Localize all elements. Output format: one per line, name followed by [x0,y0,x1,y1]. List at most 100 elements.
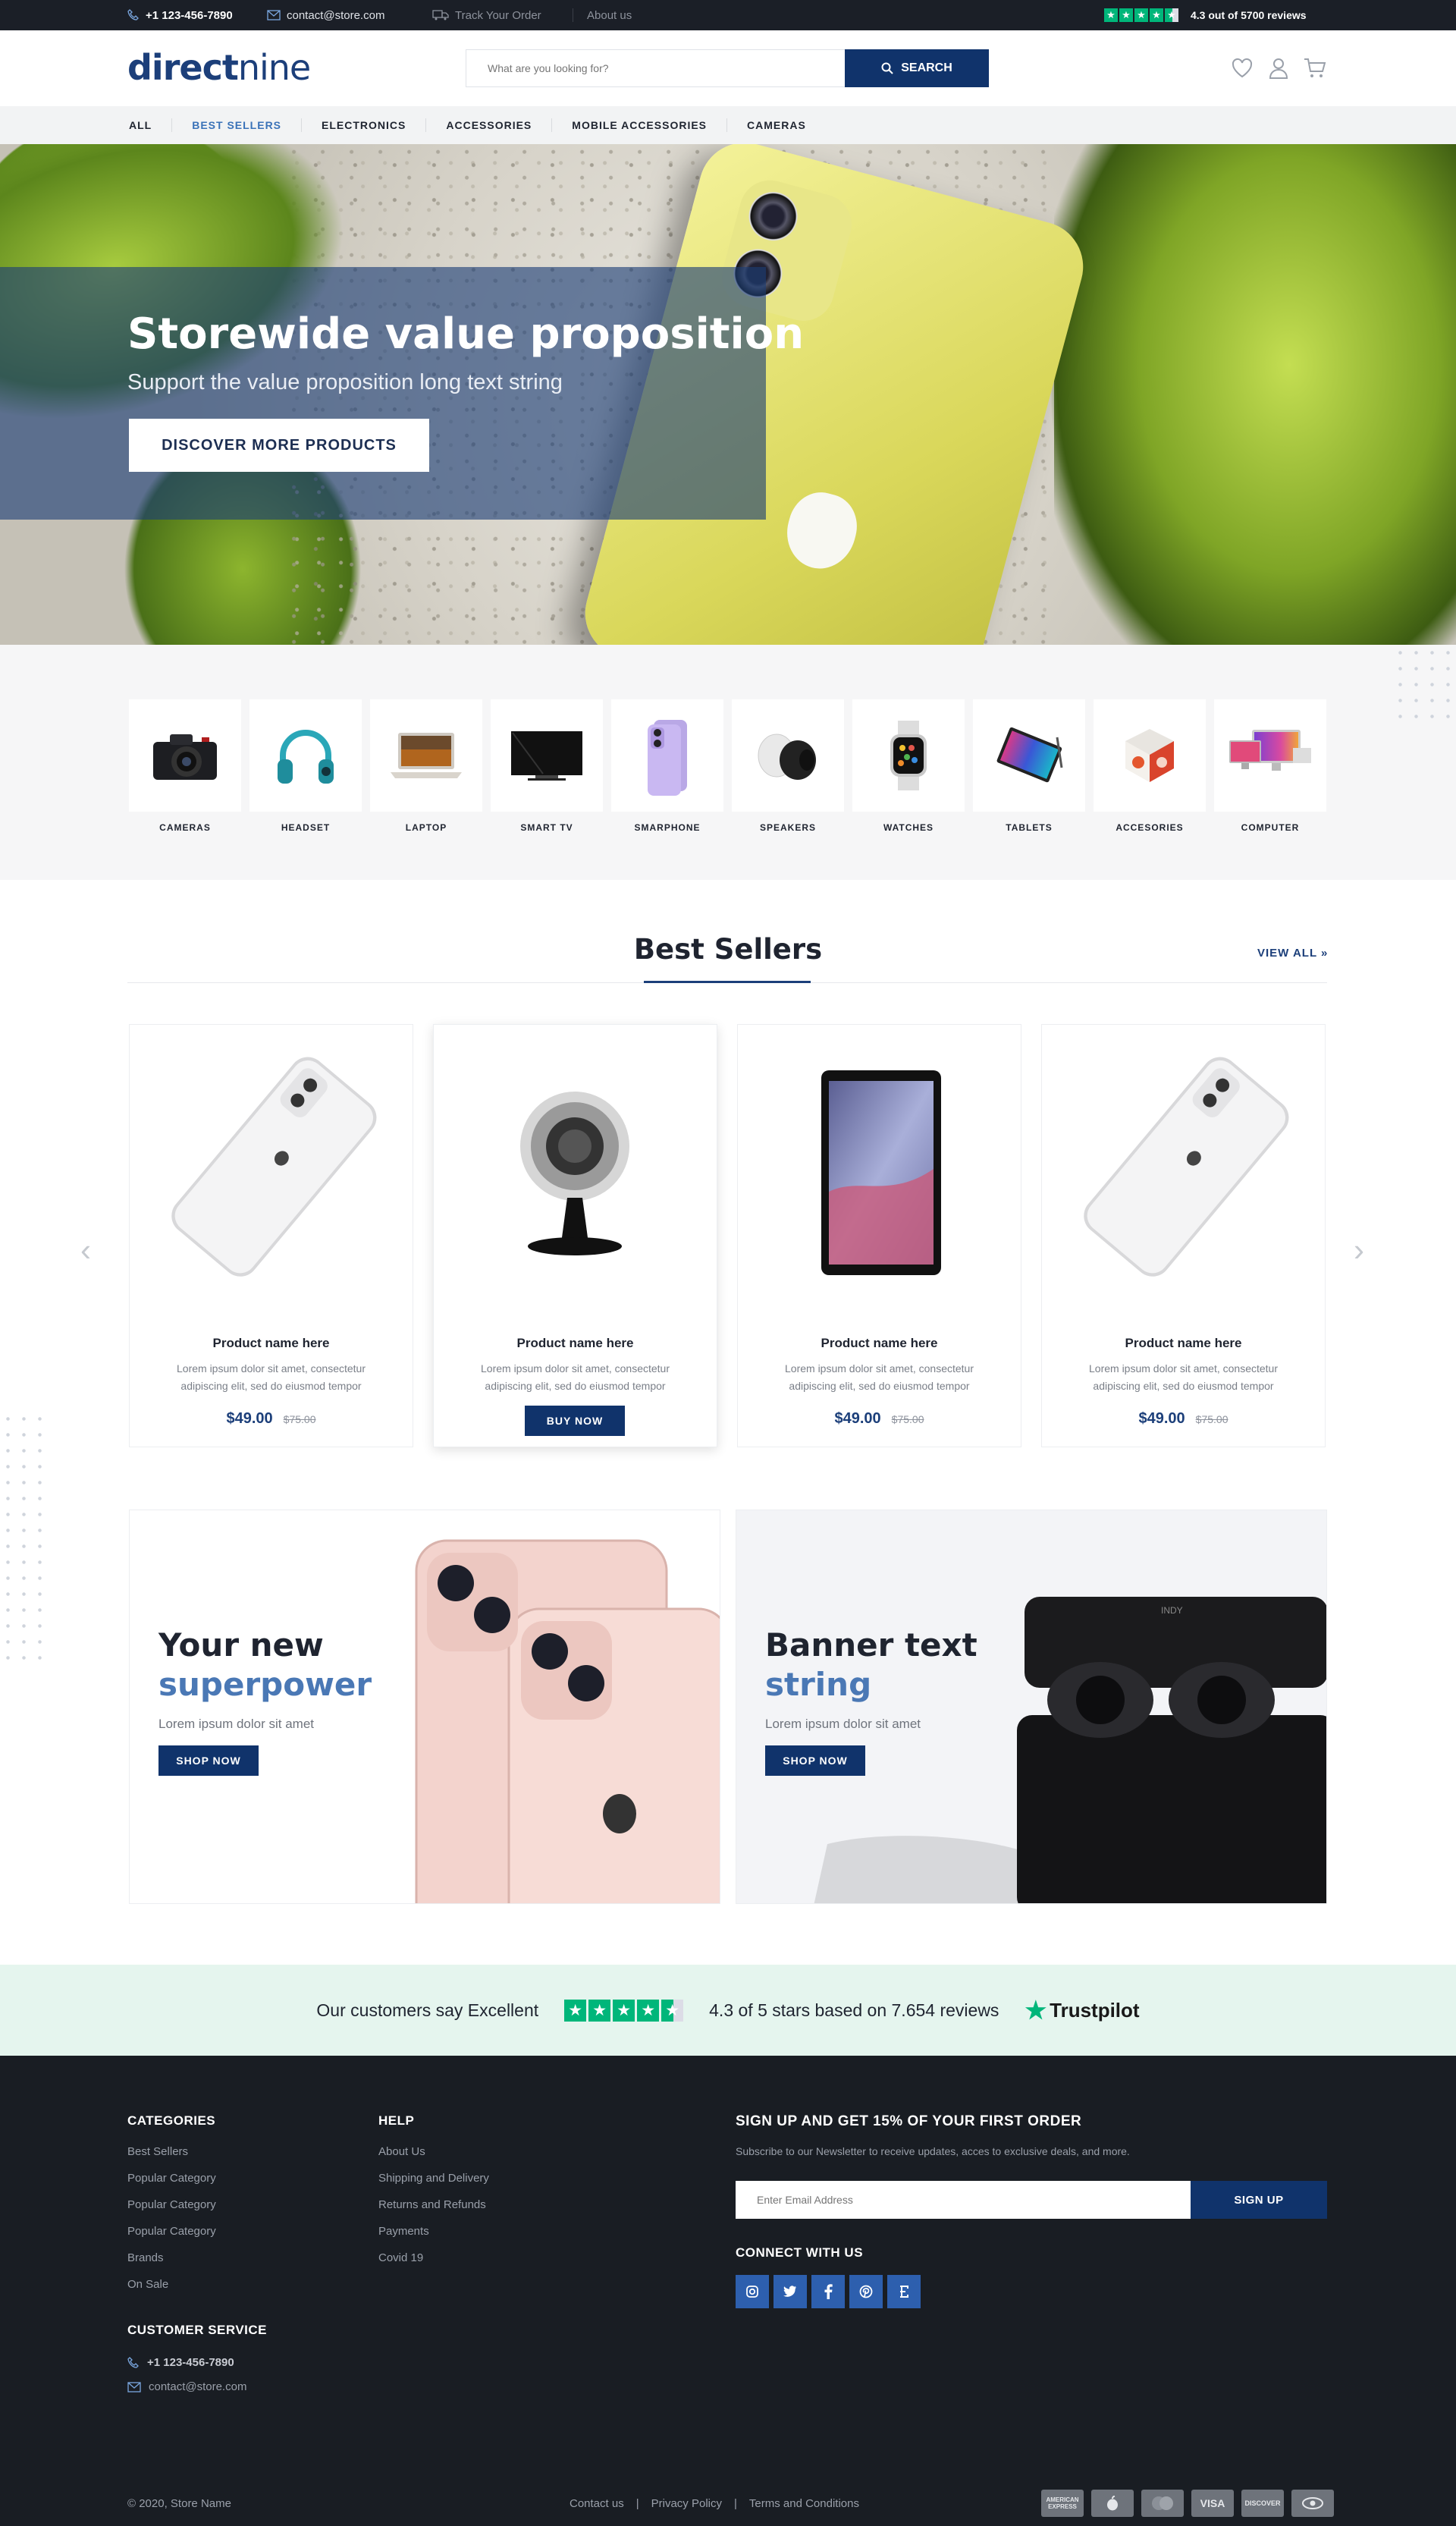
search-icon [881,62,893,74]
category-tablets[interactable]: TABLETS [973,699,1085,833]
shop-now-button[interactable]: SHOP NOW [158,1745,259,1776]
newsletter-email-input[interactable] [736,2181,1191,2219]
hero-banner: Storewide value proposition Support the … [0,144,1456,645]
price-old: $75.00 [1195,1413,1228,1425]
category-laptop[interactable]: LAPTOP [370,699,482,833]
track-order-link[interactable]: Track Your Order [432,0,541,30]
about-link[interactable]: About us [573,8,632,22]
topbar-rating[interactable]: ★ ★ ★ ★ ★ 4.3 out of 5700 reviews [1104,0,1307,30]
carousel-prev-arrow[interactable]: ‹ [80,1232,91,1268]
nav-item-electronics[interactable]: ELECTRONICS [301,118,425,132]
amex-icon: AMERICAN EXPRESS [1041,2490,1084,2517]
sign-up-button[interactable]: SIGN UP [1191,2181,1327,2219]
category-image [732,699,844,812]
view-all-link[interactable]: VIEW ALL » [1257,947,1328,960]
star-icon: ★ [1104,8,1118,22]
product-card[interactable]: Product name here Lorem ipsum dolor sit … [433,1024,717,1447]
category-watches[interactable]: WATCHES [852,699,965,833]
case-brand-label: INDY [1161,1605,1183,1616]
discover-products-button[interactable]: DISCOVER MORE PRODUCTS [129,419,429,472]
cart-icon[interactable] [1303,56,1327,80]
carousel-next-arrow[interactable]: › [1354,1232,1364,1268]
product-card[interactable]: Product name here Lorem ipsum dolor sit … [129,1024,413,1447]
footer-link[interactable]: Shipping and Delivery [378,2172,489,2185]
footer-email[interactable]: contact@store.com [127,2380,246,2393]
search-input[interactable] [466,49,845,87]
instagram-icon[interactable] [736,2275,769,2308]
buy-now-button[interactable]: BUY NOW [525,1406,625,1436]
category-label: CAMERAS [159,822,211,833]
nav-item-mobile-accessories[interactable]: MOBILE ACCESSORIES [551,118,726,132]
product-image [1042,1025,1325,1317]
star-icon: ★ [588,1999,611,2022]
category-computer[interactable]: COMPUTER [1214,699,1326,833]
rating-value: 4.3 out of [1191,9,1238,21]
product-description: Lorem ipsum dolor sit amet, consectetur … [1089,1362,1278,1392]
category-headset[interactable]: HEADSET [249,699,362,833]
promo-text: Lorem ipsum dolor sit amet [765,1717,921,1731]
topbar-phone-text: +1 123-456-7890 [146,8,233,22]
product-description: Lorem ipsum dolor sit amet, consectetur … [177,1362,366,1392]
separator: | [733,2497,737,2510]
twitter-icon[interactable] [774,2275,807,2308]
heart-icon[interactable] [1230,56,1254,80]
promo-banner-earbuds[interactable]: INDY Banner text string Lorem ipsum dolor… [736,1510,1327,1904]
facebook-icon[interactable] [811,2275,845,2308]
search-button[interactable]: SEARCH [845,49,989,87]
footer-link[interactable]: Payments [378,2225,429,2238]
pinterest-glyph [859,2285,873,2298]
etsy-icon[interactable] [887,2275,921,2308]
category-accessories[interactable]: ACCESORIES [1094,699,1206,833]
pinterest-icon[interactable] [849,2275,883,2308]
nav-item-accessories[interactable]: ACCESSORIES [425,118,551,132]
contact-us-link[interactable]: Contact us [570,2497,624,2510]
privacy-policy-link[interactable]: Privacy Policy [651,2497,722,2510]
footer-link[interactable]: Returns and Refunds [378,2198,486,2211]
category-smart-tv[interactable]: SMART TV [491,699,603,833]
nav-item-cameras[interactable]: CAMERAS [726,118,826,132]
footer-help-title: HELP [378,2113,415,2128]
terms-link[interactable]: Terms and Conditions [749,2497,859,2510]
category-smartphone[interactable]: SMARPHONE [611,699,723,833]
trustpilot-star-icon: ★ [1025,1997,1047,2024]
footer-phone[interactable]: +1 123-456-7890 [127,2356,234,2369]
footer-link[interactable]: Popular Category [127,2198,216,2211]
shop-now-button[interactable]: SHOP NOW [765,1745,865,1776]
category-image [491,699,603,812]
trustpilot-logo[interactable]: ★ Trustpilot [1025,1996,1139,2025]
product-name[interactable]: Product name here [130,1336,413,1351]
category-cameras[interactable]: CAMERAS [129,699,241,833]
reviews-count: 5700 reviews [1241,9,1307,21]
facebook-glyph [824,2284,833,2299]
nav-item-all[interactable]: ALL [127,118,171,132]
footer-link[interactable]: Popular Category [127,2172,216,2185]
category-speakers[interactable]: SPEAKERS [732,699,844,833]
footer-link[interactable]: About Us [378,2145,425,2158]
topbar-phone[interactable]: +1 123-456-7890 [127,0,233,30]
footer-service-title: CUSTOMER SERVICE [127,2323,268,2337]
footer-link[interactable]: Covid 19 [378,2251,423,2264]
track-order-text: Track Your Order [455,8,541,22]
star-icon: ★ [1119,8,1133,22]
product-image [738,1025,1021,1317]
promo-banner-phones[interactable]: Your new superpower Lorem ipsum dolor sit… [129,1510,720,1904]
about-text: About us [587,8,632,22]
nav-item-best-sellers[interactable]: BEST SELLERS [171,118,301,132]
category-label: SMART TV [520,822,573,833]
user-icon[interactable] [1266,56,1291,80]
footer-link[interactable]: Brands [127,2251,164,2264]
dot-pattern [1392,645,1456,728]
product-card[interactable]: Product name here Lorem ipsum dolor sit … [1041,1024,1326,1447]
footer-link[interactable]: Popular Category [127,2225,216,2238]
product-name[interactable]: Product name here [738,1336,1021,1351]
product-card[interactable]: Product name here Lorem ipsum dolor sit … [737,1024,1021,1447]
product-name[interactable]: Product name here [1042,1336,1325,1351]
promo-heading: Your new superpower [158,1626,372,1704]
logo[interactable]: directnine [127,47,311,88]
promo-heading: Banner text string [765,1626,977,1704]
footer-link[interactable]: Best Sellers [127,2145,188,2158]
product-description: Lorem ipsum dolor sit amet, consectetur … [785,1362,974,1392]
topbar-email[interactable]: contact@store.com [267,0,384,30]
footer-link[interactable]: On Sale [127,2278,168,2291]
product-name[interactable]: Product name here [434,1336,717,1351]
